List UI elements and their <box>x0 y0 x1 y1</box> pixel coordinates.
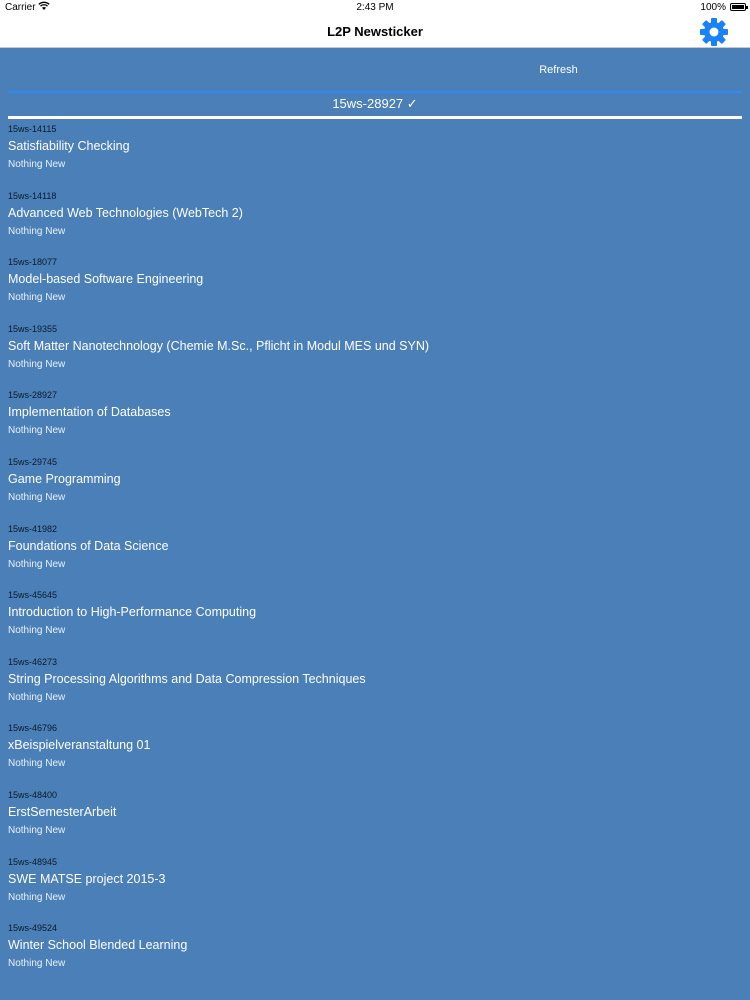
course-code: 15ws-41982 <box>8 523 58 534</box>
course-list: 15ws-14115 Satisfiability Checking Nothing… <box>8 122 742 988</box>
course-status: Nothing New <box>8 625 66 637</box>
course-code: 15ws-49524 <box>8 923 58 934</box>
course-code: 15ws-29745 <box>8 456 58 467</box>
course-status: Nothing New <box>8 891 66 903</box>
course-name: Implementation of Databases <box>8 405 171 420</box>
list-item[interactable]: 15ws-46796 xBeispielveranstaltung 01 Nothi… <box>8 721 742 788</box>
course-code: 15ws-19355 <box>8 323 58 334</box>
list-item[interactable]: 15ws-28927 Implementation of Databases Not… <box>8 388 742 455</box>
refresh-tab[interactable]: Refresh <box>375 64 742 76</box>
course-filter-button[interactable]: 15ws-28927 ✓ <box>8 94 742 116</box>
course-status: Nothing New <box>8 159 66 170</box>
course-status: Nothing New <box>8 292 66 304</box>
clock: 2:43 PM <box>356 2 394 13</box>
course-name: ErstSemesterArbeit <box>8 804 117 819</box>
course-code: 15ws-46796 <box>8 723 58 734</box>
course-status: Nothing New <box>8 425 66 437</box>
course-name: Introduction to High-Performance Computi… <box>8 605 257 620</box>
list-item[interactable]: 15ws-18077 Model-based Software Engineeri… <box>8 255 742 322</box>
list-item[interactable]: 15ws-14115 Satisfiability Checking Nothing… <box>8 122 742 189</box>
list-item[interactable]: 15ws-48400 ErstSemesterArbeit Nothing New <box>8 788 742 855</box>
battery-icon <box>730 3 748 11</box>
course-status: Nothing New <box>8 558 66 570</box>
course-name: Winter School Blended Learning <box>8 938 188 953</box>
list-item[interactable]: 15ws-49524 Winter School Blended Learning… <box>8 921 742 988</box>
course-name: String Processing Algorithms and Data Co… <box>8 671 366 686</box>
course-name: Advanced Web Technologies (WebTech 2) <box>8 205 243 220</box>
course-name: Satisfiability Checking <box>8 139 130 153</box>
course-name: Model-based Software Engineering <box>8 272 204 287</box>
tab-underline <box>8 91 742 93</box>
course-name: xBeispielveranstaltung 01 <box>8 738 151 753</box>
page-title: L2P Newsticker <box>327 24 423 39</box>
course-status: Nothing New <box>8 691 66 703</box>
course-status: Nothing New <box>8 225 66 237</box>
list-item[interactable]: 15ws-41982 Foundations of Data Science Not… <box>8 522 742 589</box>
course-code: 15ws-48400 <box>8 789 58 800</box>
course-code: 15ws-46273 <box>8 656 58 667</box>
list-item[interactable]: 15ws-19355 Soft Matter Nanotechnology (Ch… <box>8 322 742 389</box>
course-name: Soft Matter Nanotechnology (Chemie M.Sc.… <box>8 338 430 353</box>
course-code: 15ws-48945 <box>8 856 58 867</box>
list-item[interactable]: 15ws-14118 Advanced Web Technologies (Web… <box>8 189 742 256</box>
list-item[interactable]: 15ws-46273 String Processing Algorithms a… <box>8 655 742 722</box>
course-status: Nothing New <box>8 824 66 836</box>
status-bar: Carrier 2:43 PM 100% <box>0 0 750 16</box>
list-item[interactable]: 15ws-45645 Introduction to High-Performan… <box>8 588 742 655</box>
list-item[interactable]: 15ws-29745 Game Programming Nothing New <box>8 455 742 522</box>
course-code: 15ws-14115 <box>8 124 57 134</box>
course-code: 15ws-18077 <box>8 257 58 268</box>
course-name: Game Programming <box>8 471 121 486</box>
course-code: 15ws-14118 <box>8 190 57 201</box>
course-code: 15ws-28927 <box>8 390 58 401</box>
course-code: 15ws-45645 <box>8 590 58 601</box>
course-status: Nothing New <box>8 358 66 370</box>
list-item[interactable]: 15ws-48945 SWE MATSE project 2015-3 Nothin… <box>8 855 742 922</box>
gear-icon[interactable] <box>698 16 730 48</box>
segmented-tabs: Refresh <box>8 54 742 93</box>
course-status: Nothing New <box>8 491 66 503</box>
battery-percentage: 100% <box>700 2 726 13</box>
filter-divider <box>8 116 742 119</box>
course-status: Nothing New <box>8 758 66 770</box>
course-name: Foundations of Data Science <box>8 538 169 553</box>
course-status: Nothing New <box>8 958 66 970</box>
navigation-bar: L2P Newsticker <box>0 16 750 48</box>
course-name: SWE MATSE project 2015-3 <box>8 871 166 886</box>
